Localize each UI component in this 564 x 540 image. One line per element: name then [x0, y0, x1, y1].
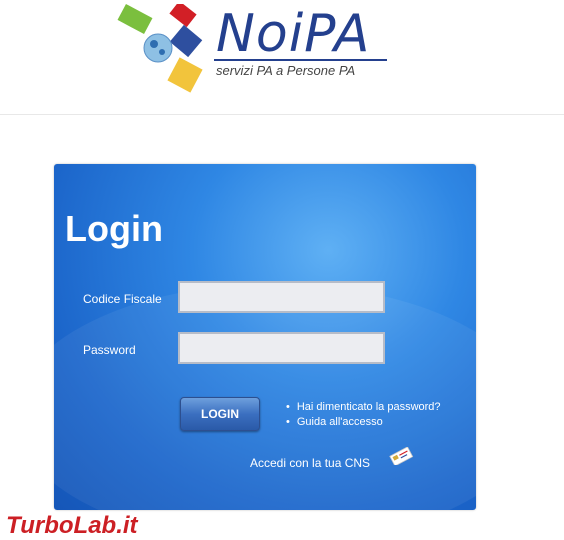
forgot-password-item: Hai dimenticato la password? — [286, 400, 441, 415]
brand-tagline: servizi PA a Persone PA — [216, 63, 356, 78]
noipa-logo-icon — [117, 4, 203, 93]
turbolab-watermark: TurboLab.it — [5, 511, 140, 539]
login-panel: Login Codice Fiscale Password LOGIN Hai … — [54, 164, 476, 510]
watermark-text: TurboLab.it — [6, 512, 139, 539]
forgot-password-link[interactable]: Hai dimenticato la password? — [297, 401, 441, 413]
cns-login-link[interactable]: Accedi con la tua CNS — [250, 456, 370, 470]
site-header: NoiPA servizi PA a Persone PA — [0, 0, 564, 115]
login-title: Login — [65, 208, 163, 249]
access-guide-item: Guida all'accesso — [286, 415, 441, 430]
brand-underline — [214, 59, 387, 61]
codice-fiscale-input[interactable] — [178, 281, 385, 313]
help-links: Hai dimenticato la password? Guida all'a… — [286, 400, 441, 430]
password-label: Password — [83, 343, 136, 357]
access-guide-link[interactable]: Guida all'accesso — [297, 416, 383, 428]
brand-name: NoiPA — [216, 4, 371, 64]
smart-card-icon[interactable] — [388, 447, 414, 465]
codice-fiscale-label: Codice Fiscale — [83, 292, 162, 306]
login-button[interactable]: LOGIN — [180, 397, 260, 431]
password-input[interactable] — [178, 332, 385, 364]
